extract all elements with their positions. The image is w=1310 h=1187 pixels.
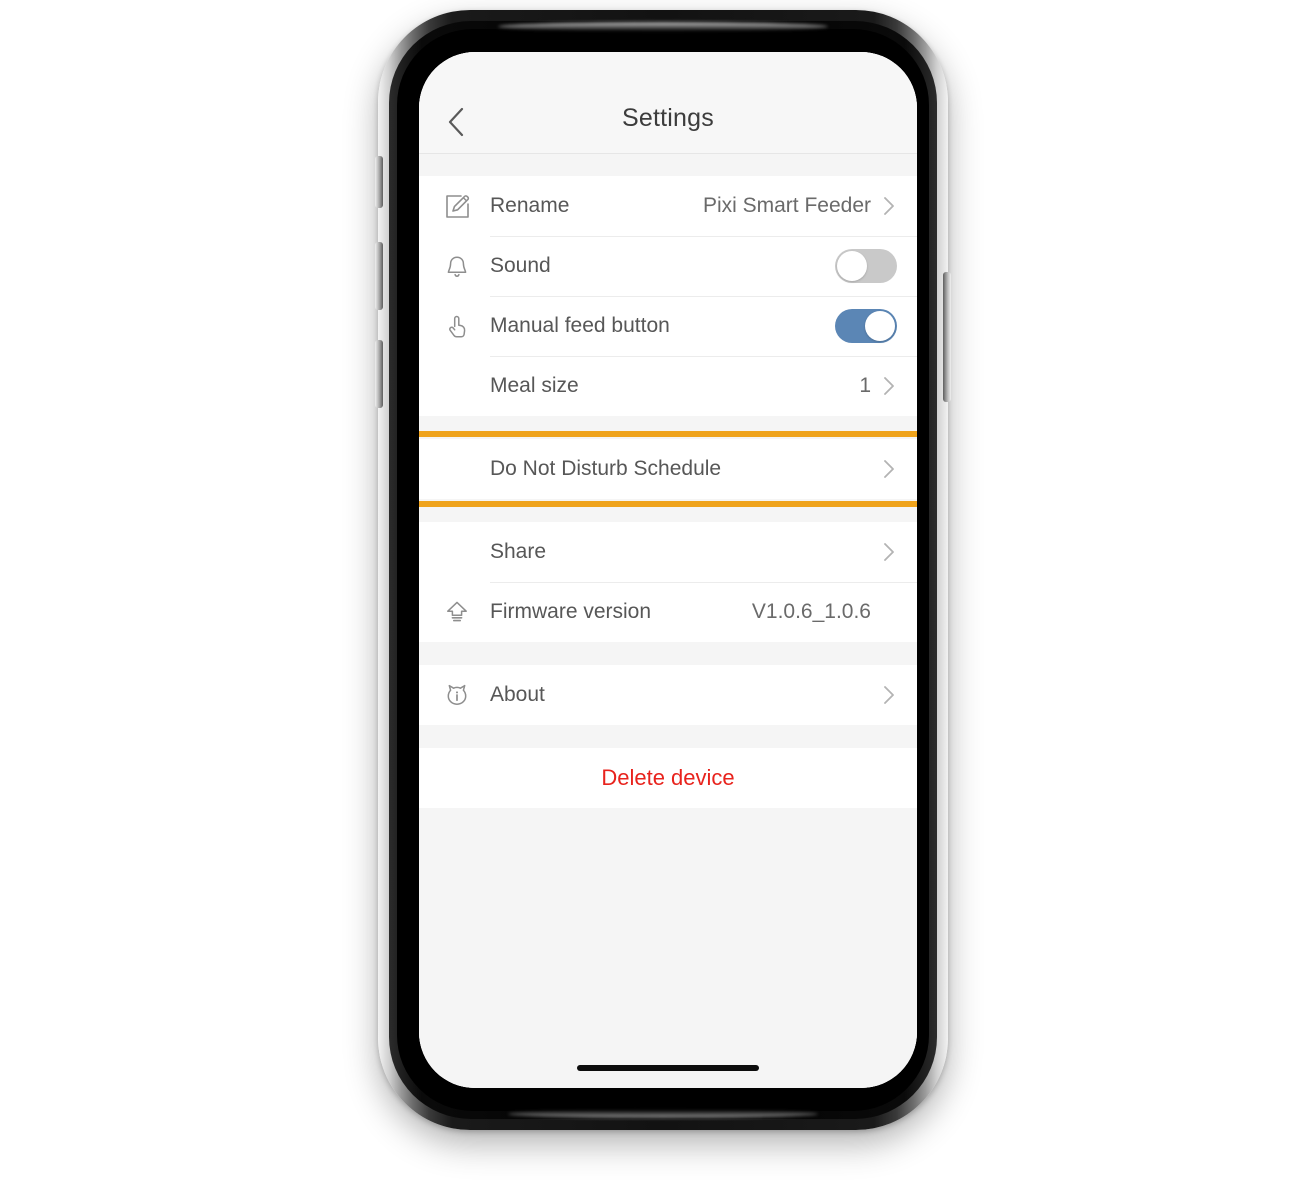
section-gap (419, 642, 917, 665)
chevron-right-icon (881, 686, 897, 704)
row-icon-placeholder (442, 454, 472, 484)
page-title: Settings (622, 104, 714, 132)
sound-toggle[interactable] (835, 249, 897, 283)
section-gap (419, 499, 917, 522)
app-settings-screen: Settings Rename Pixi Smart Feeder Sound … (419, 52, 917, 1088)
frame-gloss-bottom (508, 1110, 818, 1118)
settings-row-firmware-version[interactable]: Firmware version V1.0.6_1.0.6 (419, 582, 917, 642)
toggle-knob (837, 251, 867, 281)
row-value: 1 (859, 374, 871, 397)
chevron-right-icon (881, 197, 897, 215)
navigation-bar: Settings (419, 52, 917, 154)
bell-icon (442, 251, 472, 281)
settings-row-about[interactable]: About (419, 665, 917, 725)
phone-device: Settings Rename Pixi Smart Feeder Sound … (375, 10, 951, 1130)
volume-down-button[interactable] (375, 340, 383, 408)
phone-screen: Settings Rename Pixi Smart Feeder Sound … (419, 52, 917, 1088)
section-gap (419, 154, 917, 176)
toggle-knob (865, 311, 895, 341)
row-label: About (490, 683, 545, 706)
home-indicator[interactable] (577, 1065, 759, 1071)
row-value: Pixi Smart Feeder (702, 194, 871, 217)
settings-row-meal-size[interactable]: Meal size 1 (419, 356, 917, 416)
chevron-right-icon (881, 377, 897, 395)
row-value: V1.0.6_1.0.6 (751, 600, 871, 623)
row-label: Firmware version (490, 600, 652, 623)
settings-row-do-not-disturb-schedule[interactable]: Do Not Disturb Schedule (419, 439, 917, 499)
section-gap (419, 725, 917, 748)
device-settings-group: Rename Pixi Smart Feeder Sound Manual fe… (419, 176, 917, 416)
settings-row-rename[interactable]: Rename Pixi Smart Feeder (419, 176, 917, 236)
row-label: Manual feed button (490, 314, 670, 337)
frame-gloss-top (498, 22, 828, 31)
row-label: Do Not Disturb Schedule (490, 457, 722, 480)
settings-row-sound[interactable]: Sound (419, 236, 917, 296)
row-label: Rename (490, 194, 570, 217)
manual-feed-button-toggle[interactable] (835, 309, 897, 343)
row-icon-placeholder (442, 537, 472, 567)
delete-device-button[interactable]: Delete device (419, 748, 917, 808)
silent-switch[interactable] (375, 156, 383, 208)
settings-row-manual-feed-button[interactable]: Manual feed button (419, 296, 917, 356)
share-firmware-group: Share Firmware version V1.0.6_1.0.6 (419, 522, 917, 642)
pencil-edit-icon (442, 191, 472, 221)
settings-row-share[interactable]: Share (419, 522, 917, 582)
cat-info-icon (442, 680, 472, 710)
row-label: Sound (490, 254, 551, 277)
row-label: Share (490, 540, 547, 563)
do-not-disturb-group: Do Not Disturb Schedule (419, 431, 917, 507)
chevron-right-icon (881, 543, 897, 561)
chevron-right-icon (881, 460, 897, 478)
section-gap (419, 416, 917, 439)
about-group: About (419, 665, 917, 725)
settings-content: Rename Pixi Smart Feeder Sound Manual fe… (419, 154, 917, 1088)
row-label: Meal size (490, 374, 579, 397)
volume-up-button[interactable] (375, 242, 383, 310)
firmware-upload-icon (442, 597, 472, 627)
hand-tap-icon (442, 311, 472, 341)
row-icon-placeholder (442, 371, 472, 401)
power-button[interactable] (943, 272, 951, 402)
